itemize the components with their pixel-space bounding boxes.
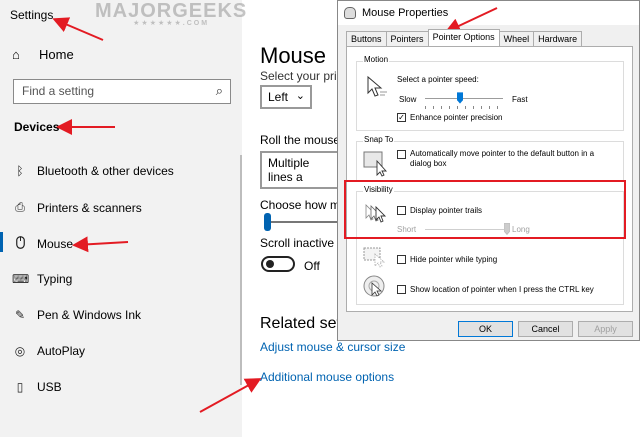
annotation-arrows (52, 7, 498, 413)
arrow-pointer-options (444, 7, 498, 34)
tab-pointer-options[interactable]: Pointer Options (427, 29, 500, 46)
arrow-mouse (72, 236, 129, 253)
arrow-settings (52, 17, 104, 41)
arrow-additional-options (199, 378, 262, 413)
